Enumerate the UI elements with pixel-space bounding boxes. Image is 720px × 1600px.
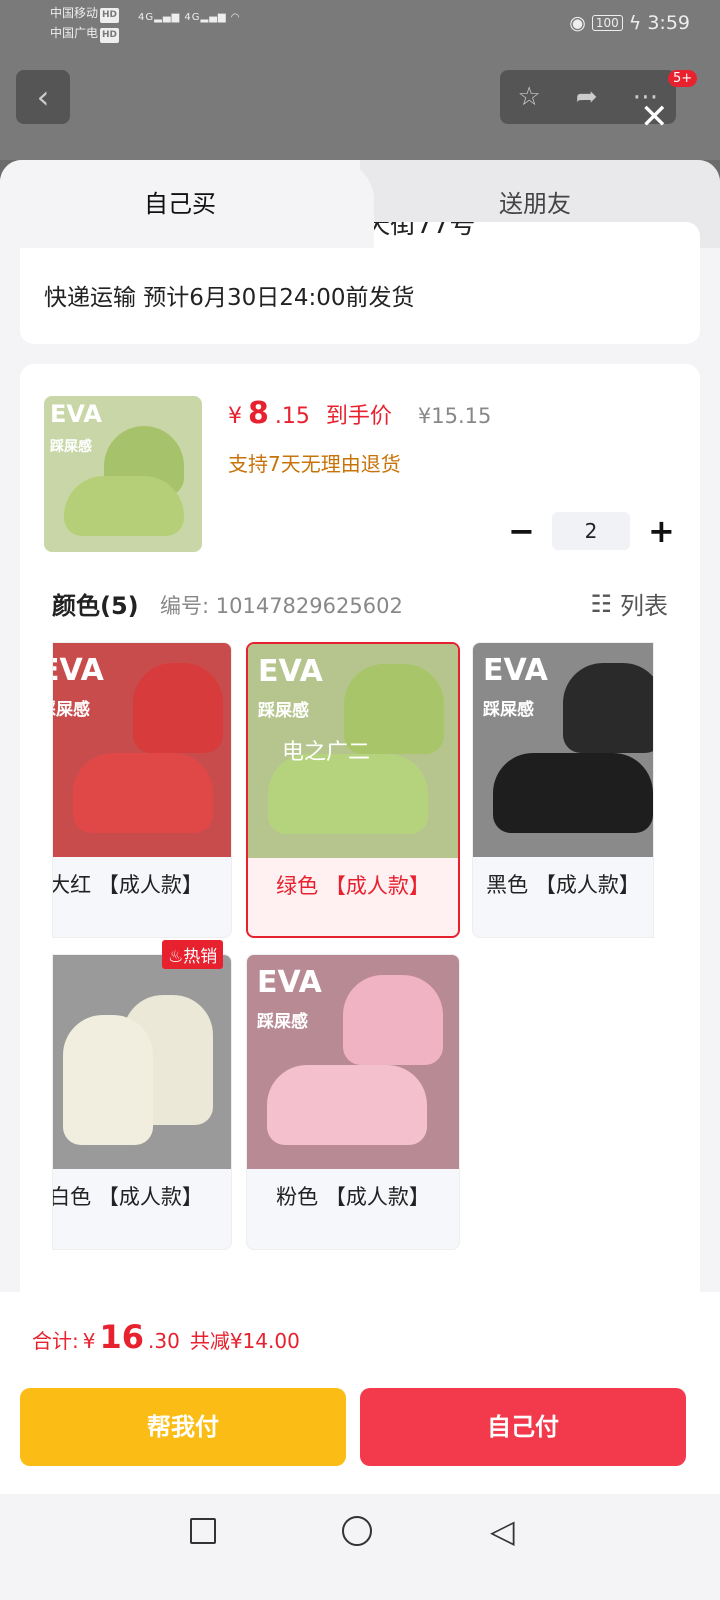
notification-badge: 5+ [668, 70, 698, 87]
original-price: ¥15.15 [417, 404, 492, 428]
tab-buy-self[interactable]: 自己买 [0, 160, 360, 248]
price-decimal: .15 [274, 404, 310, 429]
increase-button[interactable]: + [648, 512, 675, 550]
color-option-white[interactable]: 白色 【成人款】 [52, 954, 232, 1250]
product-thumbnail: EVA 踩屎感 [44, 396, 202, 552]
chevron-left-icon: ‹ [36, 78, 50, 116]
color-option-pink[interactable]: EVA 踩屎感 粉色 【成人款】 [246, 954, 460, 1250]
back-triangle-icon[interactable]: ◁ [490, 1512, 515, 1550]
star-icon[interactable]: ☆ [517, 82, 540, 112]
quantity-stepper: − 2 + [508, 512, 675, 550]
share-icon[interactable]: ➦ [576, 82, 598, 112]
help-pay-button[interactable]: 帮我付 [20, 1388, 346, 1466]
color-option-green[interactable]: EVA 踩屎感 绿色 【成人款】 [246, 642, 460, 938]
total-bar: 合计: ¥16.30 共减¥14.00 [0, 1292, 720, 1384]
price-integer: 8 [248, 396, 269, 431]
self-pay-button[interactable]: 自己付 [360, 1388, 686, 1466]
recents-icon[interactable] [190, 1518, 216, 1544]
carrier-label-1: 中国移动 HD [50, 6, 120, 23]
currency-symbol: ¥ [228, 404, 242, 429]
price-row: ¥8.15 到手价 ¥15.15 [228, 396, 491, 431]
signal-icon: 4G▂▄▆ 4G▂▄▆ ◠ [138, 12, 241, 23]
list-icon: ☷ [590, 589, 612, 618]
color-option-black[interactable]: EVA 踩屎感 黑色 【成人款】 [472, 642, 654, 938]
carrier-label-2: 中国广电 HD [50, 26, 120, 43]
eye-icon: ◉ [569, 12, 586, 34]
fire-icon: ♨ [168, 947, 184, 967]
system-nav-bar: ◁ [0, 1494, 720, 1600]
home-icon[interactable] [342, 1516, 372, 1546]
sku-code: 编号: 10147829625602 [160, 594, 403, 618]
status-bar: 中国移动 HD 中国广电 HD 4G▂▄▆ 4G▂▄▆ ◠ ◉ 100 ϟ 3:59 [0, 0, 720, 48]
quantity-input[interactable]: 2 [552, 512, 630, 550]
list-view-toggle[interactable]: ☷ 列表 [590, 586, 668, 621]
color-section-title: 颜色(5) [52, 592, 139, 620]
discount-text: 共减¥14.00 [189, 1329, 300, 1353]
product-top-nav: ‹ ☆ ➦ ⋯ 5+ ✕ [0, 48, 720, 160]
clock: 3:59 [647, 12, 690, 34]
order-total: 合计: ¥16.30 共减¥14.00 [32, 1318, 300, 1356]
payment-buttons: 帮我付 自己付 [0, 1384, 720, 1494]
charging-icon: ϟ [628, 12, 642, 34]
decrease-button[interactable]: − [508, 512, 535, 550]
watermark-text: 电之广二 [282, 740, 371, 765]
back-button[interactable]: ‹ [16, 70, 70, 124]
hot-sale-badge: ♨热销 [162, 940, 224, 969]
product-card: EVA 踩屎感 ¥8.15 到手价 ¥15.15 支持7天无理由退货 − 2 +… [20, 364, 700, 1364]
shipping-estimate: 快递运输 预计6月30日24:00前发货 [44, 285, 415, 311]
battery-icon: 100 [591, 15, 623, 31]
price-label: 到手价 [325, 404, 392, 429]
return-policy: 支持7天无理由退货 [228, 452, 401, 476]
close-icon[interactable]: ✕ [640, 100, 669, 134]
color-option-red[interactable]: EVA 踩屎感 大红 【成人款】 [52, 642, 232, 938]
